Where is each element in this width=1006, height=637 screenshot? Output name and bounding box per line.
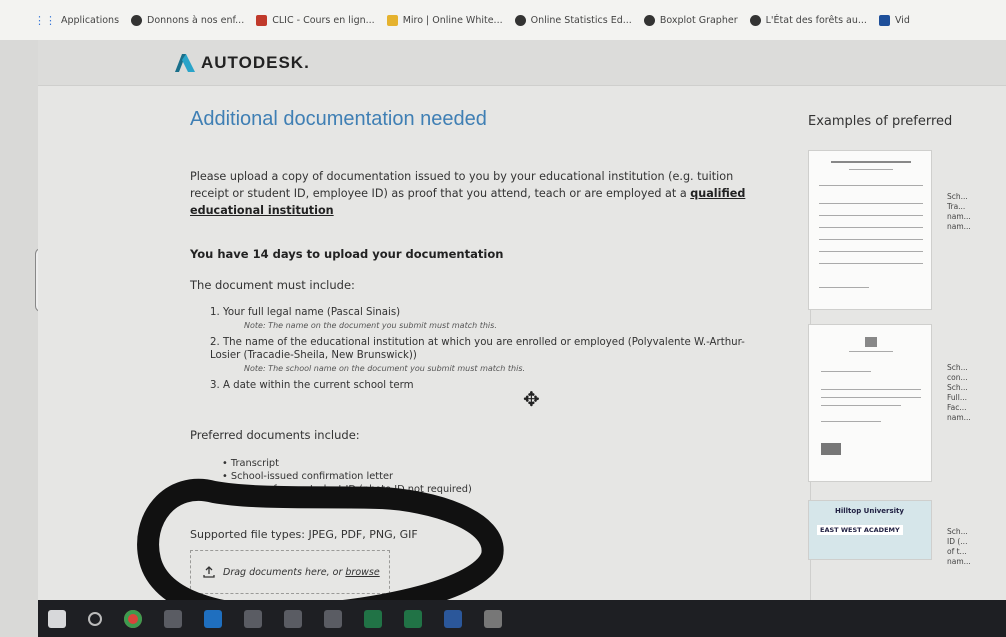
hand-drawn-annotation — [137, 479, 504, 627]
edge-icon[interactable] — [204, 609, 222, 628]
app-icon[interactable] — [244, 609, 262, 628]
windows-icon[interactable] — [48, 609, 66, 628]
search-icon[interactable] — [88, 611, 102, 626]
chrome-icon[interactable] — [124, 609, 142, 628]
file-explorer-icon[interactable] — [164, 609, 182, 628]
excel-icon[interactable] — [364, 609, 382, 628]
app-icon[interactable] — [284, 609, 302, 628]
app-icon[interactable] — [324, 609, 342, 628]
word-icon[interactable] — [444, 609, 462, 628]
windows-taskbar — [38, 600, 1006, 637]
calculator-icon[interactable] — [484, 609, 502, 628]
excel-icon[interactable] — [404, 609, 422, 628]
